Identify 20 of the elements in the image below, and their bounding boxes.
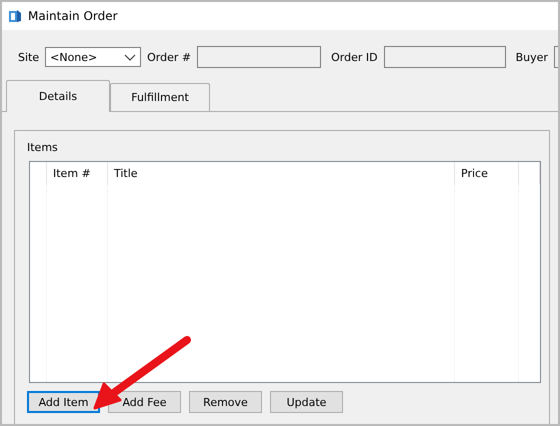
field-label: Site xyxy=(18,50,40,64)
action-button[interactable]: Add Fee xyxy=(108,391,181,413)
action-button[interactable]: Update xyxy=(270,391,343,413)
action-button[interactable]: Remove xyxy=(189,391,262,413)
field-label: Order # xyxy=(147,50,192,64)
action-button[interactable]: Add Item xyxy=(27,391,100,413)
field-label: Order ID xyxy=(331,50,378,64)
site-dropdown[interactable]: <None> xyxy=(45,47,142,67)
column-header[interactable]: Title xyxy=(108,162,455,184)
app-icon xyxy=(8,9,22,23)
input-field[interactable] xyxy=(384,46,506,68)
input-field[interactable] xyxy=(197,46,322,68)
column-header[interactable]: Price xyxy=(455,162,519,184)
window-title: Maintain Order xyxy=(28,9,118,23)
chevron-icon xyxy=(124,54,136,60)
field-label: Buyer xyxy=(516,50,548,64)
tab[interactable]: Details xyxy=(6,80,110,112)
group-title: Items xyxy=(27,141,59,156)
column-header[interactable]: Item # xyxy=(47,162,108,184)
tab[interactable]: Fulfillment xyxy=(110,83,210,111)
